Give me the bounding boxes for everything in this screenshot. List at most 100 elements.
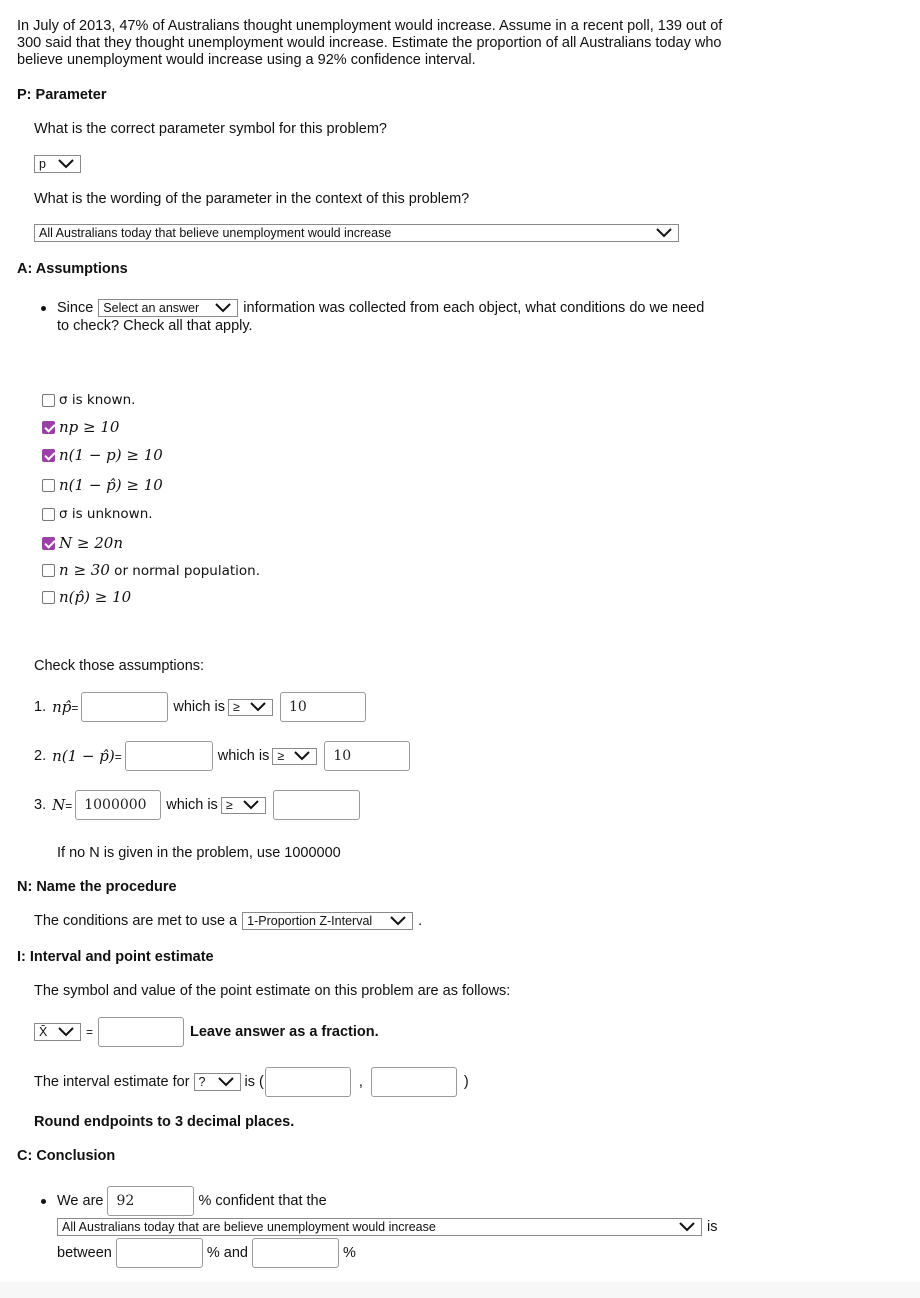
equals-sign: = — [86, 1025, 94, 1039]
check-num: 1. — [34, 699, 47, 715]
point-estimate-text: The symbol and value of the point estima… — [34, 983, 511, 999]
procedure-value: 1-Proportion Z-Interval — [247, 914, 373, 928]
option-np[interactable]: np ≥ 10 — [42, 418, 119, 436]
conclusion-upper-input[interactable] — [251, 1238, 339, 1268]
check-expr: n(1 − p̂)= — [52, 747, 122, 765]
since-line-2: to check? Check all that apply. — [57, 318, 253, 334]
interval-upper-input[interactable] — [370, 1067, 457, 1097]
percent-label: % — [342, 1245, 356, 1261]
np-hat-input[interactable] — [81, 692, 169, 722]
conclusion-heading: C: Conclusion — [17, 1148, 116, 1164]
name-heading: N: Name the procedure — [17, 879, 177, 895]
bullet — [41, 306, 46, 311]
conclusion-line-3: between % and % — [57, 1238, 356, 1268]
close-paren: ) — [463, 1074, 469, 1090]
n-1-phat-input[interactable] — [124, 741, 213, 771]
comma: , — [358, 1074, 363, 1090]
parameter-wording-value: All Australians today that believe unemp… — [39, 226, 392, 240]
which-is-label: which is — [173, 699, 225, 715]
interval-heading: I: Interval and point estimate — [17, 949, 214, 965]
option-n-1-p[interactable]: n(1 − p) ≥ 10 — [42, 446, 163, 464]
option-label: σ is unknown. — [59, 506, 153, 522]
symbol-question: What is the correct parameter symbol for… — [34, 121, 387, 137]
check-expr: N= — [52, 796, 73, 814]
parameter-symbol-select[interactable]: p — [34, 155, 81, 173]
n-note: If no N is given in the problem, use 100… — [57, 845, 341, 861]
chevron-down-icon — [679, 1222, 695, 1232]
since-prefix: Since — [57, 300, 94, 316]
data-type-select[interactable]: Select an answer — [98, 299, 239, 317]
checkbox[interactable] — [42, 478, 55, 492]
we-are-label: We are — [57, 1193, 104, 1209]
population-size-input[interactable]: 1000000 — [75, 790, 162, 820]
chevron-down-icon — [215, 303, 231, 313]
procedure-line: The conditions are met to use a 1-Propor… — [34, 912, 422, 930]
conclusion-parameter-select[interactable]: All Australians today that are believe u… — [57, 1218, 702, 1236]
checkbox-checked[interactable] — [42, 420, 55, 434]
checkbox[interactable] — [42, 393, 55, 407]
option-n-phat[interactable]: n(p̂) ≥ 10 — [42, 588, 131, 606]
option-n-1-phat[interactable]: n(1 − p̂) ≥ 10 — [42, 476, 163, 494]
footer-strip — [0, 1282, 920, 1298]
bullet — [41, 1199, 46, 1204]
is-label: is — [707, 1219, 718, 1235]
check-heading: Check those assumptions: — [34, 658, 205, 674]
option-sigma-known[interactable]: σ is known. — [42, 392, 135, 408]
interval-is: is ( — [244, 1074, 264, 1090]
assumptions-heading: A: Assumptions — [17, 261, 128, 277]
compare-value-input[interactable]: 10 — [324, 741, 411, 771]
confidence-input[interactable]: 92 — [107, 1186, 195, 1216]
conclusion-parameter-value: All Australians today that are believe u… — [62, 1220, 436, 1234]
chevron-down-icon — [58, 1027, 74, 1037]
comparator-select[interactable]: ≥ — [272, 747, 318, 765]
chevron-down-icon — [390, 916, 406, 926]
option-label: n ≥ 30 or normal population. — [59, 561, 261, 579]
conclusion-lower-input[interactable] — [115, 1238, 203, 1268]
option-N-20n[interactable]: N ≥ 20n — [42, 534, 123, 552]
between-label: between — [57, 1245, 112, 1261]
point-estimate-input[interactable] — [98, 1017, 185, 1047]
point-symbol-select[interactable]: X̄ — [34, 1023, 81, 1041]
fraction-note: Leave answer as a fraction. — [190, 1024, 379, 1040]
chevron-down-icon — [217, 1077, 234, 1087]
point-symbol-value: X̄ — [39, 1025, 48, 1039]
procedure-select[interactable]: 1-Proportion Z-Interval — [242, 912, 414, 930]
checkbox-checked[interactable] — [42, 536, 55, 550]
checkbox[interactable] — [42, 507, 55, 521]
compare-value-input[interactable]: 10 — [279, 692, 366, 722]
comparator-value: ≥ — [232, 700, 240, 714]
option-label: np ≥ 10 — [59, 418, 120, 436]
chevron-down-icon — [243, 800, 259, 810]
and-label: % and — [206, 1245, 248, 1261]
interval-symbol-select[interactable]: ? — [193, 1073, 241, 1091]
chevron-down-icon — [250, 702, 266, 712]
parameter-symbol-value: p — [39, 157, 46, 171]
chevron-down-icon — [294, 751, 311, 761]
check-num: 3. — [34, 797, 47, 813]
round-note: Round endpoints to 3 decimal places. — [34, 1114, 295, 1130]
conclusion-line-1: We are 92 % confident that the — [57, 1186, 327, 1216]
parameter-wording-select[interactable]: All Australians today that believe unemp… — [34, 224, 679, 242]
checkbox-checked[interactable] — [42, 448, 55, 462]
which-is-label: which is — [217, 748, 270, 764]
comparator-select[interactable]: ≥ — [220, 796, 266, 814]
parameter-heading: P: Parameter — [17, 87, 107, 103]
procedure-suffix: . — [418, 913, 423, 929]
option-label: n(1 − p̂) ≥ 10 — [59, 476, 163, 494]
checkbox[interactable] — [42, 563, 55, 577]
comparator-select[interactable]: ≥ — [227, 698, 273, 716]
compare-value-input[interactable] — [272, 790, 360, 820]
option-sigma-unknown[interactable]: σ is unknown. — [42, 506, 153, 522]
interval-symbol-value: ? — [198, 1075, 206, 1089]
problem-statement: In July of 2013, 47% of Australians thou… — [17, 18, 723, 68]
point-estimate-row: X̄ = Leave answer as a fraction. — [34, 1017, 379, 1047]
option-label: n(p̂) ≥ 10 — [59, 588, 132, 606]
interval-prefix: The interval estimate for — [34, 1074, 190, 1090]
checkbox[interactable] — [42, 590, 55, 604]
which-is-label: which is — [166, 797, 218, 813]
interval-row: The interval estimate for ? is ( , ) — [34, 1067, 469, 1097]
chevron-down-icon — [58, 159, 74, 169]
comparator-value: ≥ — [225, 798, 233, 812]
option-n-30[interactable]: n ≥ 30 or normal population. — [42, 561, 260, 579]
interval-lower-input[interactable] — [264, 1067, 351, 1097]
